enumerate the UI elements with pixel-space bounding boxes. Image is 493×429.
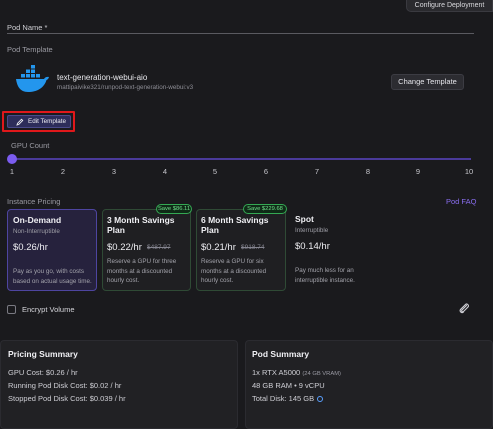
gpu-spec: 1x RTX A5000 (24 GB VRAM): [252, 368, 341, 377]
card-title: Spot: [295, 214, 314, 224]
card-title: 3 Month Savings Plan: [107, 215, 175, 235]
gpu-count-slider-thumb[interactable]: [7, 154, 17, 164]
pod-template-label: Pod Template: [7, 45, 53, 54]
card-description: Pay as you go, with costs based on actua…: [13, 268, 92, 285]
card-old-price: $487.97: [147, 244, 171, 251]
card-price: $0.21/hr: [201, 242, 236, 253]
total-disk-text: Total Disk: 145 GB: [252, 394, 315, 403]
ram-cpu: 48 GB RAM • 9 vCPU: [252, 381, 325, 390]
instance-pricing-label: Instance Pricing: [7, 197, 61, 206]
edit-template-label: Edit Template: [28, 118, 67, 125]
save-badge: Save $229.68: [243, 204, 287, 214]
slider-tick: 7: [314, 167, 320, 176]
pricing-card-3-month[interactable]: 3 Month Savings Plan $0.22/hr $487.97 Re…: [102, 209, 191, 291]
card-title: On-Demand: [13, 215, 62, 225]
slider-tick: 10: [464, 167, 474, 176]
encrypt-volume-label: Encrypt Volume: [22, 305, 75, 314]
card-subtitle: Interruptible: [295, 227, 329, 234]
gpu-cost: GPU Cost: $0.26 / hr: [8, 368, 78, 377]
card-description: Reserve a GPU for six months at a discou…: [201, 258, 267, 284]
card-description: Pay much less for an interruptible insta…: [295, 267, 355, 284]
card-title: 6 Month Savings Plan: [201, 215, 269, 235]
pricing-summary-panel: Pricing Summary GPU Cost: $0.26 / hr Run…: [0, 340, 238, 429]
slider-tick: 5: [212, 167, 218, 176]
slider-tick: 3: [111, 167, 117, 176]
pricing-card-on-demand[interactable]: On-Demand Non-Interruptible $0.26/hr Pay…: [7, 209, 97, 291]
slider-tick: 4: [162, 167, 168, 176]
card-old-price: $918.74: [241, 244, 265, 251]
pricing-card-6-month[interactable]: 6 Month Savings Plan $0.21/hr $918.74 Re…: [196, 209, 286, 291]
pod-name-label: Pod Name *: [7, 23, 48, 32]
total-disk: Total Disk: 145 GB: [252, 394, 324, 403]
pod-summary-panel: Pod Summary 1x RTX A5000 (24 GB VRAM) 48…: [245, 340, 493, 429]
card-description: Reserve a GPU for three months at a disc…: [107, 258, 177, 284]
gpu-model: 1x RTX A5000: [252, 368, 301, 377]
template-name: text-generation-webui-aio: [57, 73, 148, 82]
gpu-vram: (24 GB VRAM): [302, 371, 341, 377]
pod-summary-title: Pod Summary: [252, 349, 310, 359]
pod-name-input[interactable]: [7, 33, 474, 34]
running-disk-cost: Running Pod Disk Cost: $0.02 / hr: [8, 381, 122, 390]
edit-template-button[interactable]: Edit Template: [7, 115, 71, 128]
save-badge: Save $86.11: [156, 204, 192, 214]
slider-tick: 2: [60, 167, 66, 176]
encrypt-volume-checkbox[interactable]: [7, 305, 16, 314]
card-price: $0.22/hr: [107, 242, 142, 253]
configure-deployment-button[interactable]: Configure Deployment: [406, 0, 493, 12]
pricing-card-spot[interactable]: Spot Interruptible $0.14/hr Pay much les…: [291, 209, 381, 291]
slider-tick: 9: [415, 167, 421, 176]
pricing-summary-title: Pricing Summary: [8, 349, 78, 359]
info-icon[interactable]: [317, 396, 324, 402]
card-subtitle: Non-Interruptible: [13, 228, 60, 235]
pod-faq-link[interactable]: Pod FAQ: [446, 197, 476, 206]
card-price: $0.14/hr: [295, 241, 330, 252]
change-template-button[interactable]: Change Template: [391, 74, 464, 90]
card-price: $0.26/hr: [13, 242, 48, 253]
paperclip-icon[interactable]: [458, 302, 470, 314]
slider-tick: 8: [365, 167, 371, 176]
slider-tick: 6: [263, 167, 269, 176]
template-image: mattipaivike321/runpod-text-generation-w…: [57, 84, 194, 91]
slider-tick: 1: [9, 167, 15, 176]
stopped-disk-cost: Stopped Pod Disk Cost: $0.039 / hr: [8, 394, 126, 403]
docker-icon: [16, 65, 49, 92]
gpu-count-slider-track[interactable]: [11, 158, 471, 160]
gpu-count-label: GPU Count: [11, 141, 50, 150]
pencil-icon: [16, 118, 24, 126]
